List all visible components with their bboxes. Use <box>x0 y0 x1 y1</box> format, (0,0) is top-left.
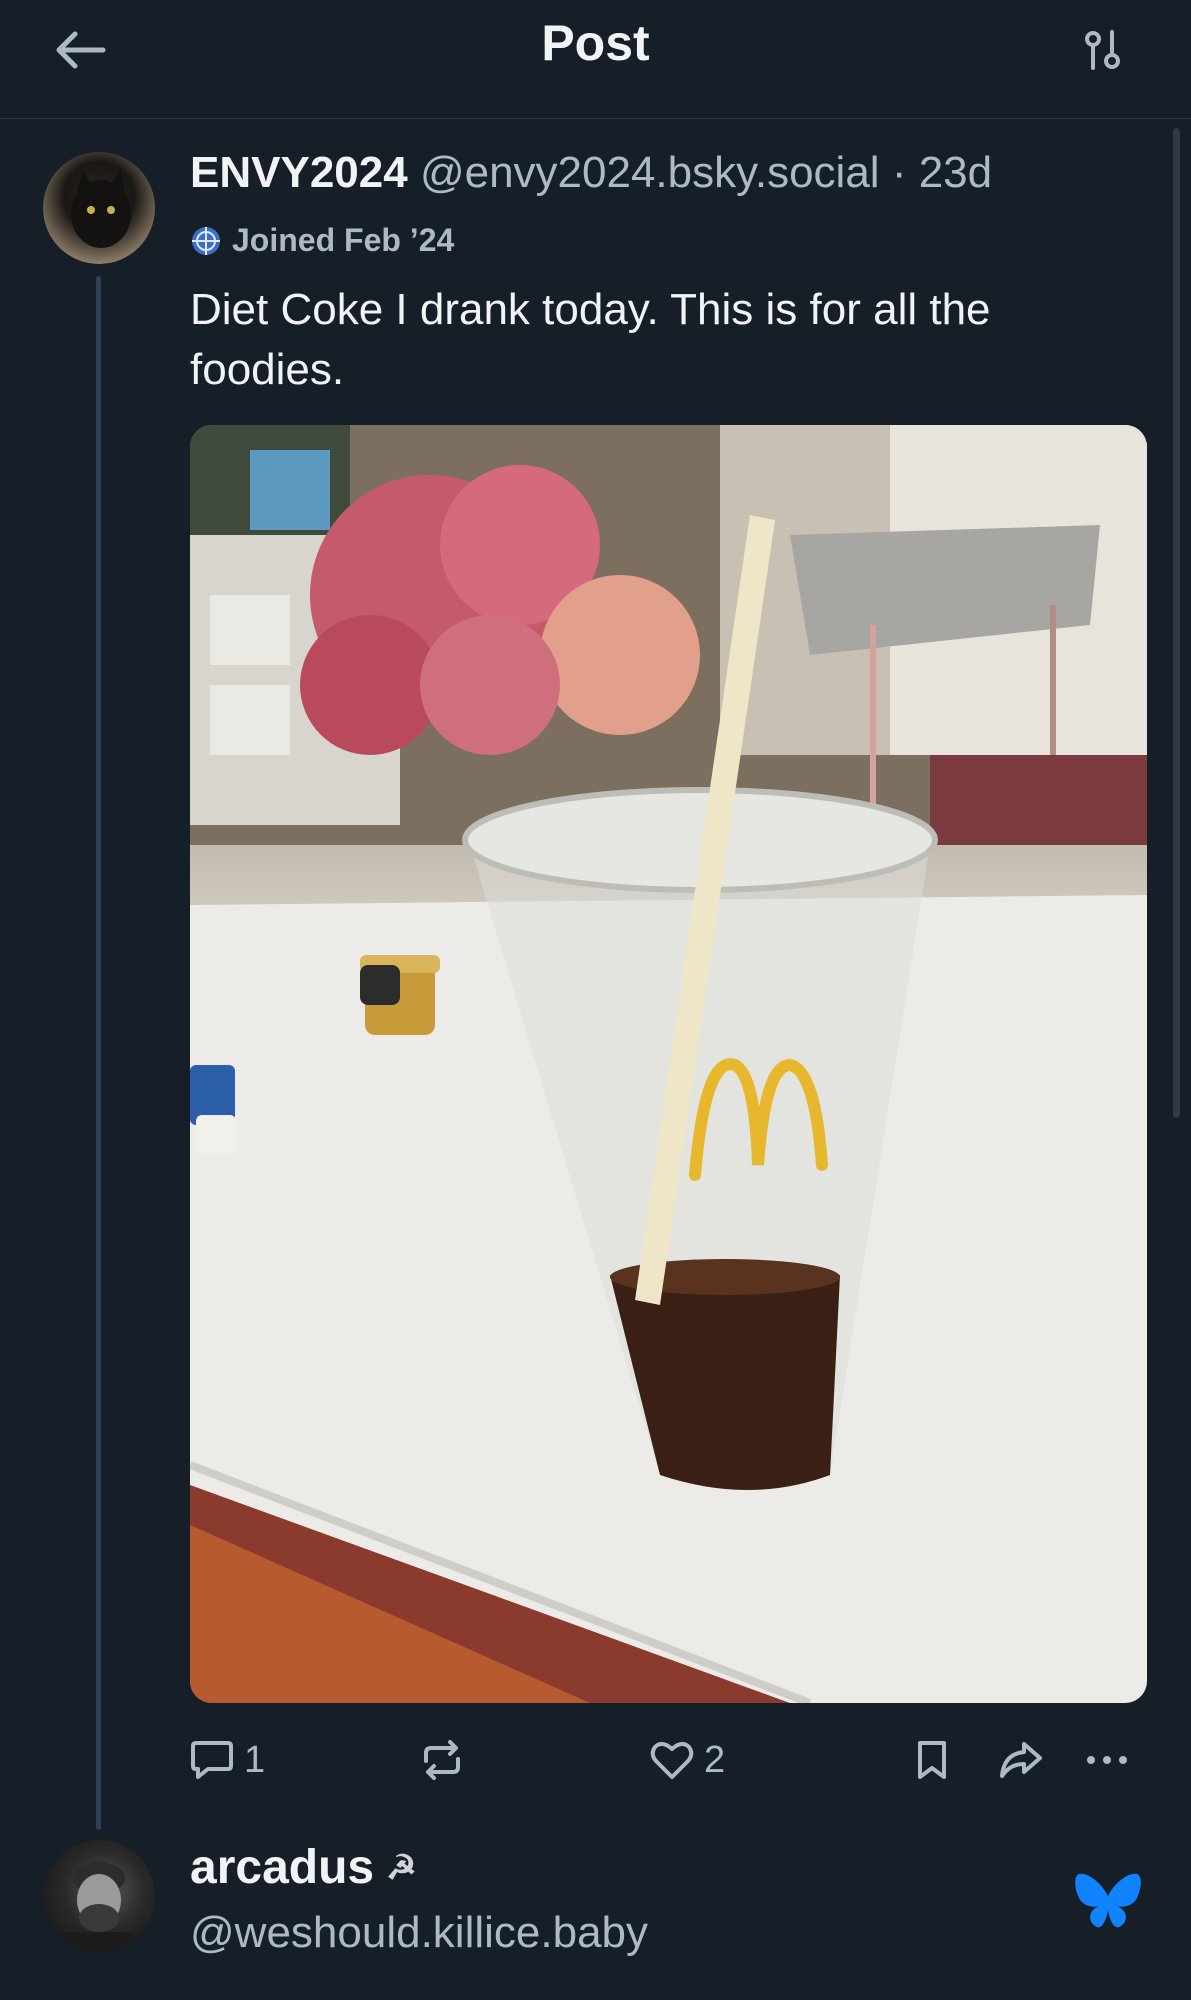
joined-badge: Joined Feb ’24 <box>190 222 454 259</box>
post-text: Diet Coke I drank today. This is for all… <box>190 285 991 394</box>
like-count: 2 <box>704 1738 726 1781</box>
author-display-name[interactable]: ENVY2024 <box>190 148 408 197</box>
reply-handle[interactable]: @weshould.killice.baby <box>190 1908 648 1958</box>
joined-text: Joined Feb ’24 <box>232 222 455 258</box>
reply-author-avatar[interactable] <box>43 1840 155 1952</box>
reply-button[interactable]: 1 <box>190 1730 265 1790</box>
reply-count: 1 <box>244 1738 266 1781</box>
scrollbar[interactable] <box>1173 128 1180 1118</box>
reply-author-line: arcadus ☭ <box>190 1840 417 1895</box>
post-image[interactable] <box>190 425 1147 1703</box>
share-icon <box>1000 1742 1042 1778</box>
reply-display-name[interactable]: arcadus <box>190 1840 374 1895</box>
ellipsis-icon <box>1087 1756 1127 1764</box>
sliders-icon <box>1085 30 1120 70</box>
separator: · <box>891 148 919 197</box>
heart-icon <box>650 1742 694 1779</box>
post-age[interactable]: 23d <box>919 148 992 197</box>
author-avatar[interactable] <box>43 152 155 264</box>
page-title: Post <box>541 15 650 71</box>
author-handle[interactable]: @envy2024.bsky.social <box>420 148 880 197</box>
post-author-line: ENVY2024 @envy2024.bsky.social · 23d <box>190 148 992 198</box>
thread-line <box>96 276 101 1830</box>
more-options-button[interactable] <box>1085 1730 1129 1790</box>
bluesky-butterfly-icon <box>1075 1873 1141 1928</box>
newcomer-icon <box>192 226 220 255</box>
comment-icon <box>191 1741 233 1779</box>
repost-icon <box>424 1740 460 1780</box>
thread-settings-button[interactable] <box>1075 24 1131 76</box>
repost-button[interactable] <box>420 1730 464 1790</box>
share-button[interactable] <box>998 1730 1044 1790</box>
like-button[interactable]: 2 <box>650 1730 725 1790</box>
top-bar: Post <box>0 0 1191 119</box>
bookmark-icon <box>918 1741 946 1779</box>
bookmark-button[interactable] <box>915 1730 949 1790</box>
post-actions: 1 2 <box>190 1730 1140 1790</box>
hammer-sickle-emoji: ☭ <box>386 1848 417 1887</box>
